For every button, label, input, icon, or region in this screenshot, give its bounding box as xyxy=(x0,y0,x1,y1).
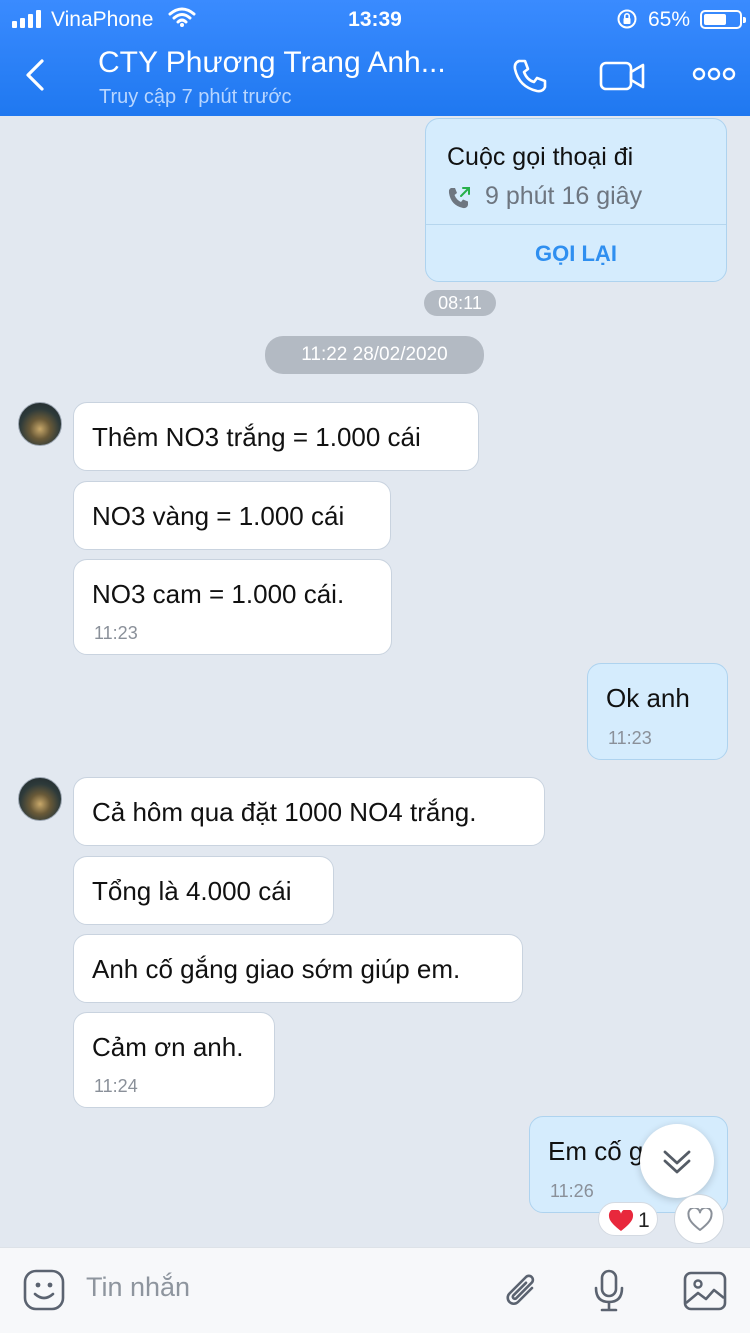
video-call-button[interactable] xyxy=(598,56,648,101)
last-seen-status: Truy cập 7 phút trước xyxy=(99,86,292,108)
message-bubble[interactable]: Anh cố gắng giao sớm giúp em. xyxy=(73,934,523,1003)
battery-icon xyxy=(700,10,746,29)
message-text: NO3 cam = 1.000 cái. xyxy=(92,579,345,609)
message-text: Em cố g xyxy=(548,1136,644,1166)
reaction-badge[interactable]: 1 xyxy=(598,1202,658,1236)
microphone-button[interactable] xyxy=(592,1268,626,1319)
orientation-lock-icon xyxy=(616,8,638,36)
message-time: 11:23 xyxy=(608,728,652,748)
message-bubble[interactable]: Cả hôm qua đặt 1000 NO4 trắng. xyxy=(73,777,545,846)
message-time: 11:26 xyxy=(550,1181,594,1201)
message-bubble[interactable]: Thêm NO3 trắng = 1.000 cái xyxy=(73,402,479,471)
scroll-to-bottom-button[interactable] xyxy=(640,1124,714,1198)
message-text: Anh cố gắng giao sớm giúp em. xyxy=(92,954,461,984)
attachment-button[interactable] xyxy=(502,1270,542,1319)
image-picker-button[interactable] xyxy=(682,1270,728,1317)
header-bar: VinaPhone 13:39 65% CTY Phương Trang Anh… xyxy=(0,0,750,116)
contact-avatar[interactable] xyxy=(18,777,62,821)
heart-icon xyxy=(608,1208,634,1238)
reaction-count: 1 xyxy=(638,1209,650,1232)
call-card-title: Cuộc gọi thoại đi xyxy=(447,143,634,171)
message-text: Tổng là 4.000 cái xyxy=(92,876,292,906)
call-time-badge: 08:11 xyxy=(424,290,496,316)
message-bubble[interactable]: NO3 cam = 1.000 cái. 11:23 xyxy=(73,559,392,655)
call-back-button[interactable]: GỌI LẠI xyxy=(426,241,726,267)
call-duration: 9 phút 16 giây xyxy=(485,182,643,210)
message-text: Cảm ơn anh. xyxy=(92,1032,244,1062)
react-button[interactable] xyxy=(674,1194,724,1244)
more-options-button[interactable] xyxy=(692,66,736,87)
message-input-bar: Tin nhắn xyxy=(0,1247,750,1333)
date-separator: 11:22 28/02/2020 xyxy=(265,336,484,374)
call-card-divider xyxy=(426,224,726,225)
voice-call-button[interactable] xyxy=(510,56,550,101)
message-text: Thêm NO3 trắng = 1.000 cái xyxy=(92,422,421,452)
message-time: 11:24 xyxy=(94,1076,138,1096)
message-bubble[interactable]: NO3 vàng = 1.000 cái xyxy=(73,481,391,550)
message-time: 11:23 xyxy=(94,623,138,643)
message-bubble[interactable]: Tổng là 4.000 cái xyxy=(73,856,334,925)
my-message-bubble[interactable]: Ok anh 11:23 xyxy=(587,663,728,760)
status-bar: VinaPhone 13:39 65% xyxy=(0,0,750,40)
outgoing-call-card: Cuộc gọi thoại đi 9 phút 16 giây GỌI LẠI xyxy=(425,118,727,282)
message-input[interactable]: Tin nhắn xyxy=(86,1272,190,1303)
contact-avatar[interactable] xyxy=(18,402,62,446)
outgoing-call-icon xyxy=(446,185,472,216)
back-button[interactable] xyxy=(22,58,48,97)
chat-title[interactable]: CTY Phương Trang Anh... xyxy=(98,46,478,80)
battery-percent: 65% xyxy=(648,8,691,31)
message-text: Ok anh xyxy=(606,683,690,713)
message-bubble[interactable]: Cảm ơn anh. 11:24 xyxy=(73,1012,275,1108)
message-text: NO3 vàng = 1.000 cái xyxy=(92,501,345,531)
emoji-sticker-button[interactable] xyxy=(22,1268,66,1317)
message-text: Cả hôm qua đặt 1000 NO4 trắng. xyxy=(92,797,477,827)
